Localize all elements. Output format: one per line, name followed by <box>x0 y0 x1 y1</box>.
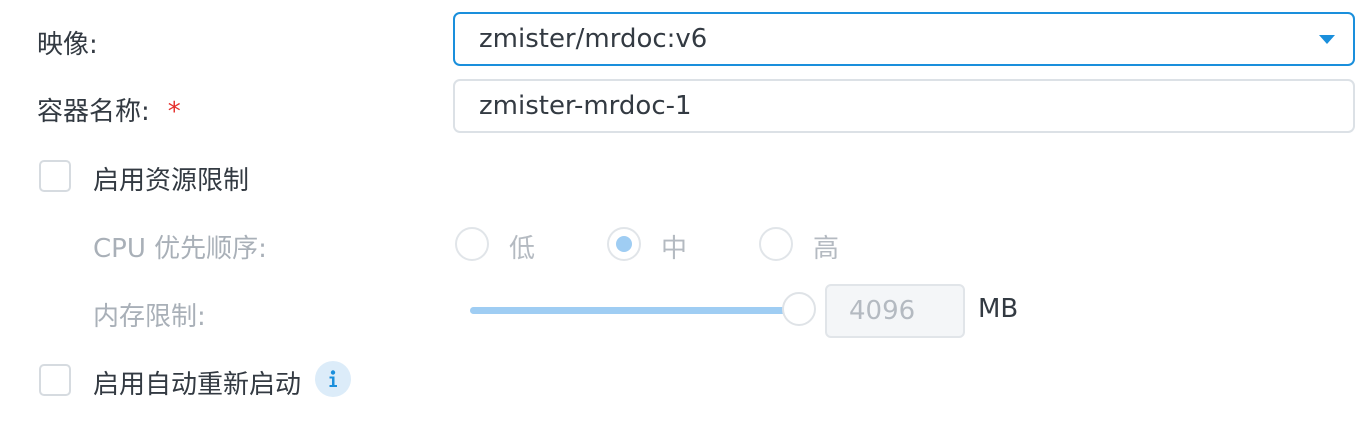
memory-unit-label: MB <box>978 294 1019 324</box>
memory-limit-input[interactable]: 4096 <box>825 284 965 338</box>
auto-restart-checkbox[interactable] <box>39 364 71 396</box>
resource-limit-label[interactable]: 启用资源限制 <box>93 160 249 197</box>
cpu-priority-medium-radio[interactable] <box>607 227 641 261</box>
auto-restart-label[interactable]: 启用自动重新启动 <box>93 364 301 401</box>
chevron-down-icon <box>1319 35 1335 44</box>
memory-slider-track[interactable] <box>470 307 800 314</box>
info-icon[interactable] <box>315 361 351 397</box>
image-label: 映像: <box>37 30 98 60</box>
cpu-priority-low-label: 低 <box>509 234 536 264</box>
memory-slider-thumb[interactable] <box>782 292 816 326</box>
container-name-label-text: 容器名称: <box>37 97 150 127</box>
memory-limit-label: 内存限制: <box>93 302 206 332</box>
image-select-value: zmister/mrdoc:v6 <box>479 24 708 54</box>
container-name-label: 容器名称: * <box>37 91 181 128</box>
container-name-input[interactable]: zmister-mrdoc-1 <box>453 79 1355 133</box>
cpu-priority-high-radio[interactable] <box>759 227 793 261</box>
image-select[interactable]: zmister/mrdoc:v6 <box>453 12 1355 66</box>
cpu-priority-low-radio[interactable] <box>455 227 489 261</box>
memory-slider-fill <box>470 307 800 314</box>
resource-limit-checkbox[interactable] <box>39 160 71 192</box>
cpu-priority-label: CPU 优先顺序: <box>93 234 267 264</box>
cpu-priority-medium-label: 中 <box>661 234 688 264</box>
required-mark: * <box>167 97 181 127</box>
cpu-priority-high-label: 高 <box>813 234 840 264</box>
